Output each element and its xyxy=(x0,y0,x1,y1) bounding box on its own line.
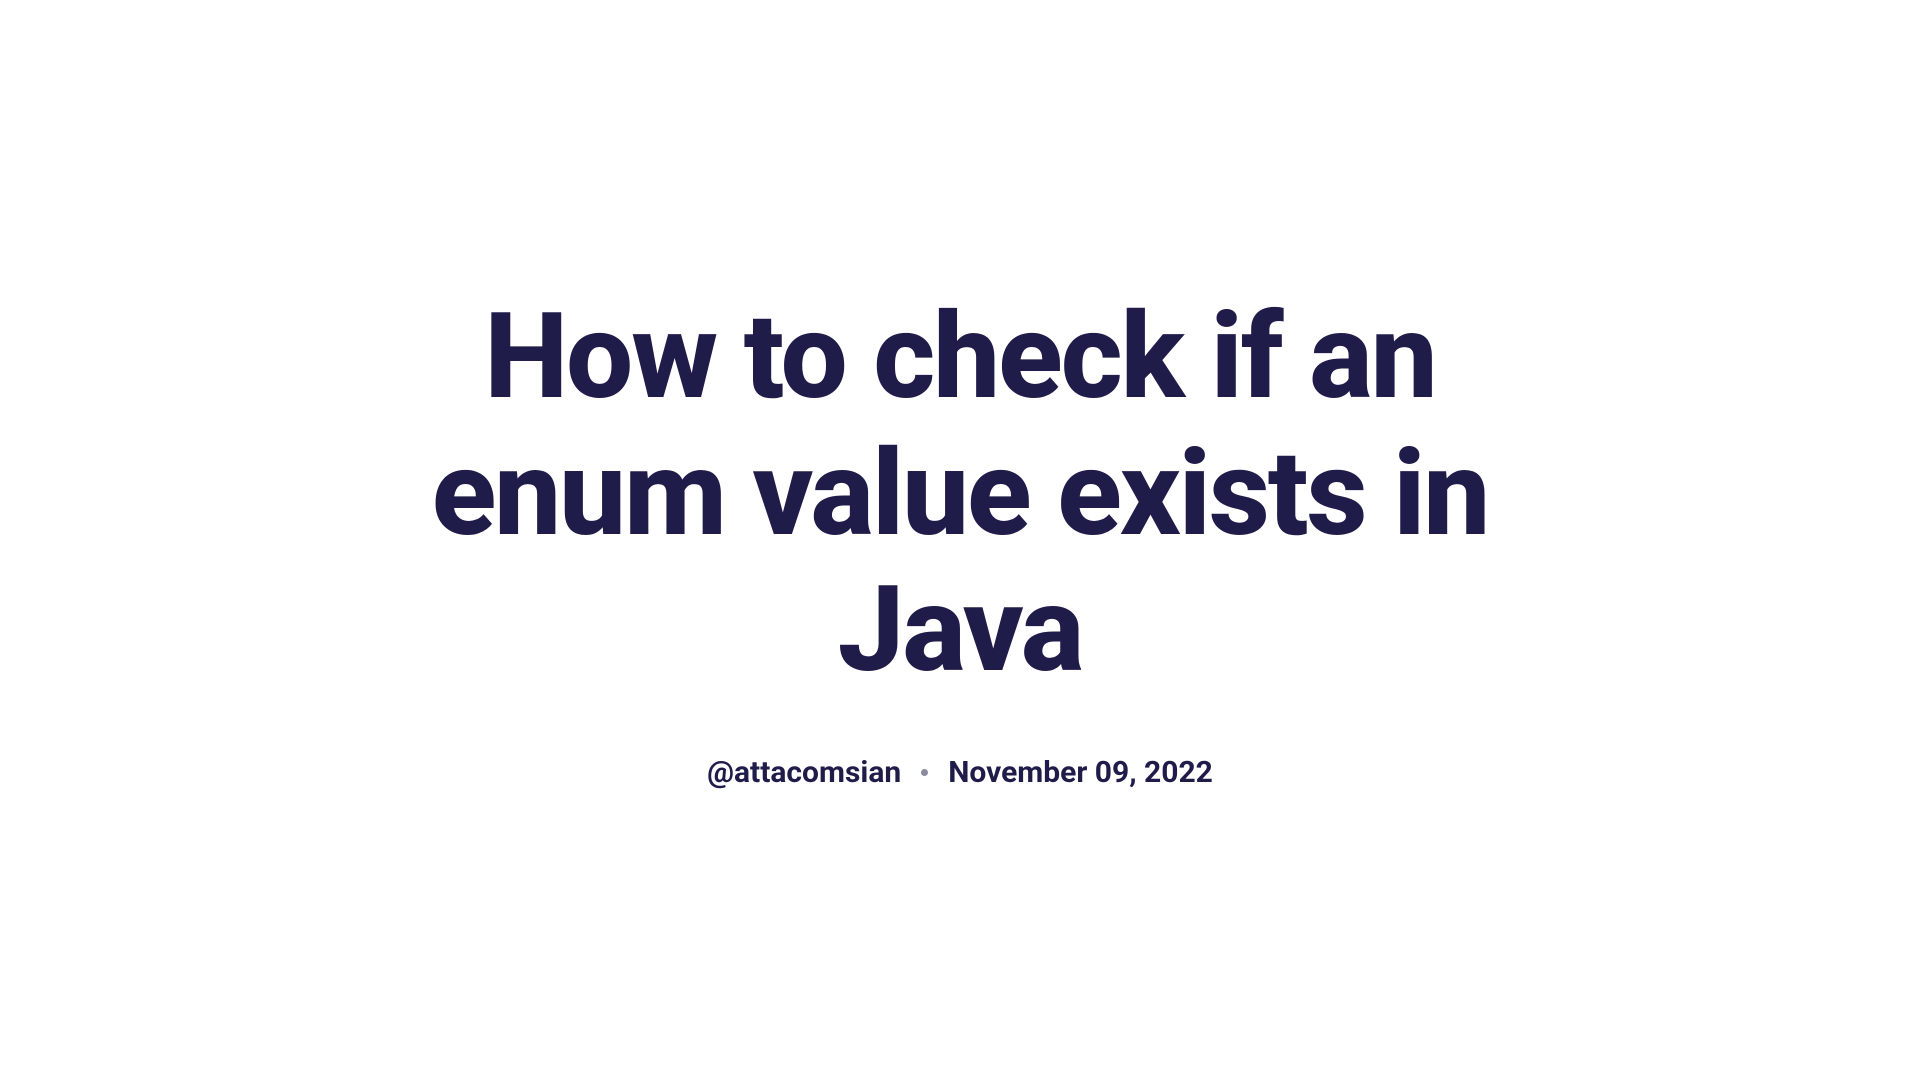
publish-date: November 09, 2022 xyxy=(948,755,1213,790)
article-title: How to check if an enum value exists in … xyxy=(400,290,1520,701)
author-handle: @attacomsian xyxy=(707,755,901,790)
article-header: How to check if an enum value exists in … xyxy=(360,290,1560,791)
article-meta: @attacomsian November 09, 2022 xyxy=(400,755,1520,790)
meta-separator xyxy=(921,769,928,776)
